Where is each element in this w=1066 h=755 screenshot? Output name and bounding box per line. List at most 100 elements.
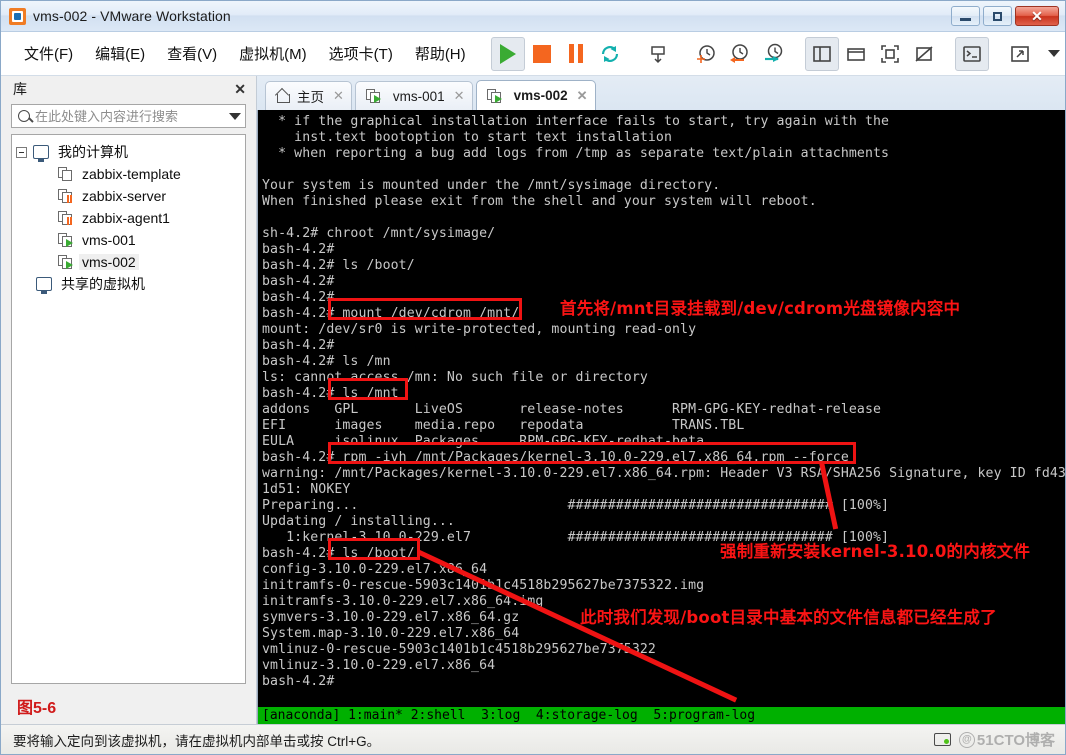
- expand-icon: [1010, 45, 1029, 62]
- tab-close-icon[interactable]: ✕: [577, 88, 588, 104]
- suspend-button[interactable]: [559, 37, 593, 71]
- terminal-line: Your system is mounted under the /mnt/sy…: [262, 178, 721, 193]
- tree-item-zabbix-template[interactable]: zabbix-template: [16, 163, 241, 185]
- console-view-button[interactable]: [954, 36, 989, 71]
- tab-home[interactable]: 主页 ✕: [265, 81, 352, 110]
- full-screen-button[interactable]: [873, 37, 907, 71]
- vm-suspended-icon: [58, 189, 73, 203]
- menu-file[interactable]: 文件(F): [13, 39, 84, 68]
- vmware-icon: [9, 7, 26, 25]
- title-bar: vms-002 - VMware Workstation ✕: [1, 1, 1065, 32]
- annotation-rpm-force: 强制重新安装kernel-3.10.0的内核文件: [720, 542, 1031, 561]
- suspend-icon: [568, 44, 583, 63]
- terminal-output: * if the graphical installation interfac…: [258, 110, 1065, 724]
- network-status-icon[interactable]: [933, 733, 951, 746]
- maximize-icon: [993, 11, 1002, 21]
- power-controls: [490, 36, 627, 71]
- search-icon: [18, 110, 30, 122]
- vmware-workstation-window: vms-002 - VMware Workstation ✕ 文件(F) 编辑(…: [0, 0, 1066, 755]
- tree-item-label: vms-002: [79, 254, 139, 270]
- status-bar: 要将输入定向到该虚拟机，请在虚拟机内部单击或按 Ctrl+G。 @ 51CTO博…: [1, 724, 1065, 754]
- vm-console[interactable]: * if the graphical installation interfac…: [257, 110, 1065, 724]
- search-box[interactable]: [11, 104, 246, 128]
- tab-vms-001[interactable]: vms-001 ✕: [354, 81, 473, 110]
- chevron-down-icon: [1047, 50, 1060, 57]
- terminal-line: bash-4.2#: [262, 674, 335, 689]
- maximize-button[interactable]: [983, 6, 1012, 26]
- tree-item-zabbix-server[interactable]: zabbix-server: [16, 185, 241, 207]
- terminal-line: sh-4.2# chroot /mnt/sysimage/: [262, 226, 496, 241]
- tab-label: 主页: [297, 90, 324, 105]
- tab-strip: 主页 ✕ vms-001 ✕ vms-002 ✕: [257, 76, 1065, 110]
- tab-vms-002[interactable]: vms-002 ✕: [475, 80, 596, 110]
- terminal-line: bash-4.2# ls /mnt: [262, 386, 399, 401]
- vm-running-icon: [486, 88, 502, 103]
- search-input[interactable]: [35, 108, 225, 124]
- terminal-line: bash-4.2#: [262, 274, 335, 289]
- vm-view-pane: 主页 ✕ vms-001 ✕ vms-002 ✕ * if the graphi…: [257, 76, 1065, 724]
- search-area: [1, 102, 256, 134]
- take-snapshot-button[interactable]: [689, 37, 723, 71]
- menu-vm[interactable]: 虚拟机(M): [228, 39, 318, 68]
- power-off-icon: [532, 44, 551, 63]
- show-library-icon: [812, 45, 831, 62]
- tab-label: vms-001: [392, 88, 445, 104]
- close-button[interactable]: ✕: [1015, 6, 1059, 26]
- power-on-button[interactable]: [490, 36, 525, 71]
- menu-help[interactable]: 帮助(H): [404, 39, 477, 68]
- more-button[interactable]: [1037, 37, 1066, 71]
- tree-item-my-computer[interactable]: 我的计算机: [16, 141, 241, 163]
- show-library-button[interactable]: [804, 36, 839, 71]
- revert-snapshot-icon: [729, 43, 748, 63]
- menu-view[interactable]: 查看(V): [156, 39, 228, 68]
- tree-item-zabbix-agent1[interactable]: zabbix-agent1: [16, 207, 241, 229]
- snapshot-button[interactable]: [641, 37, 675, 71]
- power-off-button[interactable]: [525, 37, 559, 71]
- vm-icon: [58, 167, 73, 181]
- show-thumbnails-icon: [846, 47, 865, 61]
- annotation-boot-files: 此时我们发现/boot目录中基本的文件信息都已经生成了: [580, 608, 997, 627]
- expand-button[interactable]: [1003, 37, 1037, 71]
- menu-tabs[interactable]: 选项卡(T): [318, 39, 404, 68]
- status-message: 要将输入定向到该虚拟机，请在虚拟机内部单击或按 Ctrl+G。: [13, 733, 381, 749]
- console-view-icon: [962, 45, 981, 62]
- unity-mode-button[interactable]: [907, 37, 941, 71]
- terminal-line: 1d51: NOKEY: [262, 482, 351, 497]
- power-on-icon: [499, 43, 516, 64]
- tab-close-icon[interactable]: ✕: [333, 88, 344, 104]
- window-controls: ✕: [951, 6, 1061, 26]
- revert-snapshot-button[interactable]: [723, 37, 757, 71]
- library-header: 库 ✕: [1, 76, 256, 102]
- collapse-icon[interactable]: [16, 146, 27, 158]
- terminal-line: initramfs-0-rescue-5903c1401b1c4518b2956…: [262, 578, 705, 593]
- terminal-line: Preparing... ###########################…: [262, 498, 890, 513]
- snapshot-manager-button[interactable]: [757, 37, 791, 71]
- terminal-line: inst.text bootoption to start text insta…: [262, 130, 673, 145]
- terminal-line: warning: /mnt/Packages/kernel-3.10.0-229…: [262, 466, 1065, 481]
- terminal-line: * if the graphical installation interfac…: [262, 114, 890, 129]
- tree-item-vms-001[interactable]: vms-001: [16, 229, 241, 251]
- minimize-button[interactable]: [951, 6, 980, 26]
- terminal-line: ls: cannot access /mn: No such file or d…: [262, 370, 648, 385]
- tree-item-label: zabbix-agent1: [82, 210, 170, 226]
- terminal-line: bash-4.2#: [262, 242, 335, 257]
- tree-item-shared-vms[interactable]: 共享的虚拟机: [16, 273, 241, 295]
- vm-running-icon: [365, 89, 381, 103]
- snapshot-manager-icon: [764, 43, 782, 62]
- terminal-line: Updating / installing...: [262, 514, 455, 529]
- full-screen-icon: [880, 44, 899, 63]
- reset-button[interactable]: [593, 37, 627, 71]
- terminal-line: mount: /dev/sr0 is write-protected, moun…: [262, 322, 697, 337]
- main-body: 库 ✕ 我的计算机: [1, 76, 1065, 724]
- status-icons: @ 51CTO博客: [933, 729, 1055, 750]
- menu-edit[interactable]: 编辑(E): [84, 39, 156, 68]
- close-icon: ✕: [1031, 8, 1043, 24]
- show-thumbnails-button[interactable]: [839, 37, 873, 71]
- anaconda-status-line: [anaconda] 1:main* 2:shell 3:log 4:stora…: [258, 707, 1065, 724]
- vm-running-icon: [58, 233, 73, 247]
- chevron-down-icon[interactable]: [229, 112, 241, 120]
- library-close-icon[interactable]: ✕: [234, 82, 246, 96]
- tab-close-icon[interactable]: ✕: [454, 88, 465, 104]
- tree-item-vms-002[interactable]: vms-002: [16, 251, 241, 273]
